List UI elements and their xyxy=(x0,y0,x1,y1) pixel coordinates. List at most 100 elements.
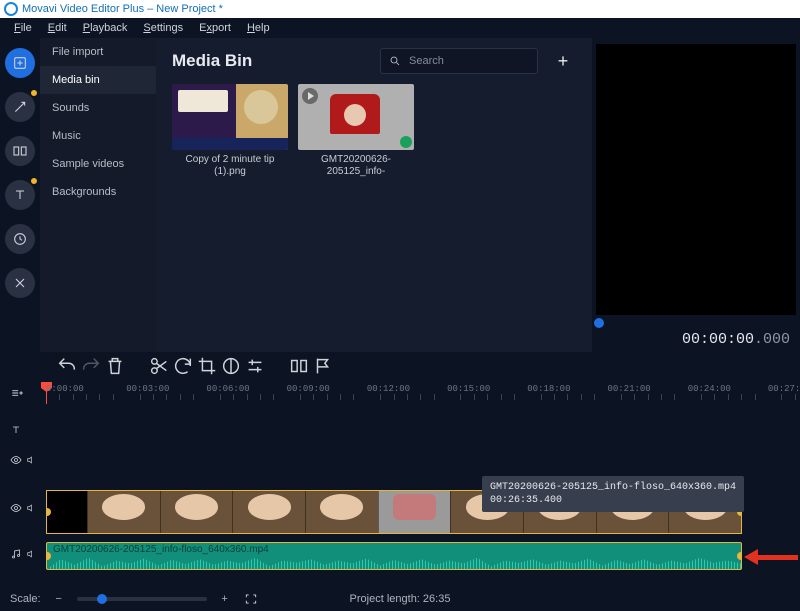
nav-item-music[interactable]: Music xyxy=(40,122,156,150)
timeline-ruler[interactable]: 0:00:00 00:03:00 00:06:00 00:09:00 00:12:00 0… xyxy=(46,380,800,404)
rotate-icon xyxy=(172,355,194,377)
play-overlay-icon xyxy=(302,88,318,104)
ruler-tick: 00:12:00 xyxy=(367,384,410,394)
marker-button[interactable] xyxy=(312,355,334,377)
zoom-slider[interactable] xyxy=(77,597,207,601)
clip-properties-button[interactable] xyxy=(244,355,266,377)
scale-label: Scale: xyxy=(10,593,41,605)
timeline-toolbar xyxy=(0,352,800,380)
window-title: Movavi Video Editor Plus – New Project * xyxy=(22,3,223,15)
menu-playback[interactable]: Playback xyxy=(75,20,136,36)
titles-icon xyxy=(12,187,28,203)
crop-icon xyxy=(196,355,218,377)
nav-item-sample-videos[interactable]: Sample videos xyxy=(40,150,156,178)
used-check-icon xyxy=(400,136,412,148)
eye-icon xyxy=(10,502,22,514)
ruler-tick: 0:00:00 xyxy=(46,384,84,394)
delete-button[interactable] xyxy=(104,355,126,377)
menu-file[interactable]: File xyxy=(6,20,40,36)
music-note-icon xyxy=(10,548,22,560)
nav-item-file-import[interactable]: File import xyxy=(40,38,156,66)
menu-help[interactable]: Help xyxy=(239,20,278,36)
search-input[interactable]: Search xyxy=(380,48,538,74)
stickers-tool-button[interactable] xyxy=(5,224,35,254)
color-adjust-button[interactable] xyxy=(220,355,242,377)
ruler-tick: 00:06:00 xyxy=(206,384,249,394)
text-track-icon xyxy=(10,424,22,436)
nav-item-backgrounds[interactable]: Backgrounds xyxy=(40,178,156,206)
media-thumbnail xyxy=(172,84,288,150)
fit-zoom-button[interactable] xyxy=(243,591,259,607)
undo-button[interactable] xyxy=(56,355,78,377)
scissors-icon xyxy=(148,355,170,377)
media-bin-heading: Media Bin xyxy=(172,51,252,71)
speaker-icon xyxy=(26,455,36,465)
scrubber-handle-icon[interactable] xyxy=(594,318,604,328)
zoom-out-button[interactable]: − xyxy=(51,591,67,607)
audio-track-head[interactable] xyxy=(10,548,36,560)
flag-icon xyxy=(312,355,334,377)
transitions-tool-button[interactable] xyxy=(5,136,35,166)
clip-tooltip: GMT20200626-205125_info-floso_640x360.mp… xyxy=(482,476,744,512)
audio-clip-label: GMT20200626-205125_info-floso_640x360.mp… xyxy=(53,544,269,555)
media-bin-panel: Media Bin Search + Copy of 2 minute tip … xyxy=(156,38,592,352)
more-tools-button[interactable] xyxy=(5,268,35,298)
add-media-button[interactable]: + xyxy=(550,48,576,74)
menu-export[interactable]: Export xyxy=(191,20,239,36)
menu-settings[interactable]: Settings xyxy=(135,20,191,36)
filters-tool-button[interactable] xyxy=(5,92,35,122)
import-tool-button[interactable] xyxy=(5,48,35,78)
preview-panel: 00:00:00.000 xyxy=(592,38,800,352)
split-button[interactable] xyxy=(148,355,170,377)
tool-column xyxy=(0,38,40,352)
media-item[interactable]: Copy of 2 minute tip (1).png xyxy=(172,84,288,178)
fit-icon xyxy=(244,592,258,606)
ruler-tick: 00:24:00 xyxy=(688,384,731,394)
add-track-button[interactable] xyxy=(10,386,24,400)
media-item[interactable]: GMT20200626-205125_info- xyxy=(298,84,414,178)
clip-handle-left[interactable] xyxy=(46,552,51,560)
clip-handle-right[interactable] xyxy=(737,552,742,560)
mic-boxes-icon xyxy=(288,355,310,377)
media-caption: Copy of 2 minute tip (1).png xyxy=(172,154,288,178)
slider-knob-icon[interactable] xyxy=(97,594,107,604)
clock-icon xyxy=(12,231,28,247)
redo-button[interactable] xyxy=(80,355,102,377)
speaker-icon xyxy=(26,503,36,513)
rotate-button[interactable] xyxy=(172,355,194,377)
ruler-tick: 00:09:00 xyxy=(287,384,330,394)
tools-icon xyxy=(12,275,28,291)
audio-clip[interactable]: GMT20200626-205125_info-floso_640x360.mp… xyxy=(46,542,742,570)
project-length: Project length: 26:35 xyxy=(350,593,451,605)
nav-item-media-bin[interactable]: Media bin xyxy=(40,66,156,94)
record-voice-button[interactable] xyxy=(288,355,310,377)
preview-timecode: 00:00:00.000 xyxy=(596,331,796,348)
preview-screen[interactable] xyxy=(596,44,796,315)
plus-lines-icon xyxy=(10,386,24,400)
media-caption: GMT20200626-205125_info- xyxy=(298,154,414,178)
ruler-tick: 00:03:00 xyxy=(126,384,169,394)
overlay-track-head[interactable] xyxy=(10,454,36,466)
video-track-head[interactable] xyxy=(10,502,36,514)
app-logo-icon xyxy=(4,2,18,16)
status-bar: Scale: − + Project length: 26:35 xyxy=(0,587,800,611)
zoom-in-button[interactable]: + xyxy=(217,591,233,607)
titles-track-head[interactable] xyxy=(10,424,22,436)
waveform-icon xyxy=(47,555,741,569)
redo-icon xyxy=(80,355,102,377)
sliders-icon xyxy=(244,355,266,377)
search-icon xyxy=(389,55,401,67)
undo-icon xyxy=(56,355,78,377)
crop-button[interactable] xyxy=(196,355,218,377)
timeline[interactable]: 0:00:00 00:03:00 00:06:00 00:09:00 00:12:00 0… xyxy=(0,380,800,591)
menu-bar: File Edit Playback Settings Export Help xyxy=(0,18,800,38)
annotation-arrow-icon xyxy=(744,550,798,564)
preview-scrubber[interactable] xyxy=(596,319,796,327)
plus-box-icon xyxy=(12,55,28,71)
transitions-icon xyxy=(12,143,28,159)
nav-item-sounds[interactable]: Sounds xyxy=(40,94,156,122)
menu-edit[interactable]: Edit xyxy=(40,20,75,36)
audio-track[interactable]: GMT20200626-205125_info-floso_640x360.mp… xyxy=(46,542,792,570)
ruler-tick: 00:15:00 xyxy=(447,384,490,394)
titles-tool-button[interactable] xyxy=(5,180,35,210)
